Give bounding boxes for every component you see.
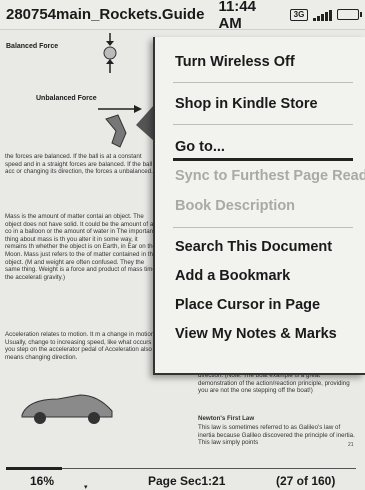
paragraph-acceleration: Acceleration relates to motion. It m a c… — [5, 331, 156, 361]
car-illustration — [21, 394, 113, 424]
menu-selection-underline — [173, 158, 353, 161]
status-bar: 280754main_Rockets.Guide 11:44 AM 3G — [0, 0, 365, 32]
menu-separator — [173, 82, 353, 83]
law-text: This law is sometimes referred to as Gal… — [198, 424, 355, 447]
law-heading: Newton's First Law — [198, 415, 255, 422]
unbalanced-force-label: Unbalanced Force — [36, 95, 97, 102]
book-title: 280754main_Rockets.Guide — [6, 6, 205, 23]
signal-strength-icon — [313, 9, 332, 21]
kindle-menu: Turn Wireless Off Shop in Kindle Store G… — [153, 37, 365, 375]
balanced-force-label: Balanced Force — [6, 43, 59, 50]
menu-separator — [173, 227, 353, 228]
menu-item-place-cursor[interactable]: Place Cursor in Page — [175, 297, 320, 313]
menu-item-sync-furthest-page: Sync to Furthest Page Read — [175, 168, 365, 184]
battery-icon — [337, 9, 362, 20]
menu-item-turn-wireless-off[interactable]: Turn Wireless Off — [175, 54, 295, 70]
page-number: 21 — [348, 442, 354, 448]
menu-item-shop-kindle-store[interactable]: Shop in Kindle Store — [175, 96, 318, 112]
unbalanced-force-diagram — [98, 105, 154, 148]
progress-percent: 16% — [30, 474, 55, 488]
paragraph-forces: the forces are balanced. If the ball is … — [5, 153, 159, 176]
clock: 11:44 AM — [218, 0, 256, 32]
paragraph-boat-note: direction. (Note: The boat example is a … — [198, 372, 350, 395]
page-location: Page Sec1:21 — [148, 474, 226, 488]
reading-progress-footer: 16% ▾ Page Sec1:21 (27 of 160) — [0, 452, 365, 490]
paragraph-mass: Mass is the amount of matter contai an o… — [5, 213, 159, 281]
menu-item-book-description: Book Description — [175, 198, 296, 214]
progress-fill — [6, 467, 62, 470]
menu-item-search-document[interactable]: Search This Document — [175, 239, 332, 255]
menu-item-go-to[interactable]: Go to... — [175, 139, 225, 155]
network-3g-icon: 3G — [290, 8, 308, 21]
status-icons: 3G — [290, 8, 362, 21]
location-marker-icon: ▾ — [84, 484, 88, 490]
menu-separator — [173, 124, 353, 125]
menu-item-add-bookmark[interactable]: Add a Bookmark — [175, 268, 290, 284]
balanced-force-diagram — [103, 33, 117, 73]
menu-item-view-notes-marks[interactable]: View My Notes & Marks — [175, 326, 337, 342]
page-count: (27 of 160) — [276, 474, 336, 488]
